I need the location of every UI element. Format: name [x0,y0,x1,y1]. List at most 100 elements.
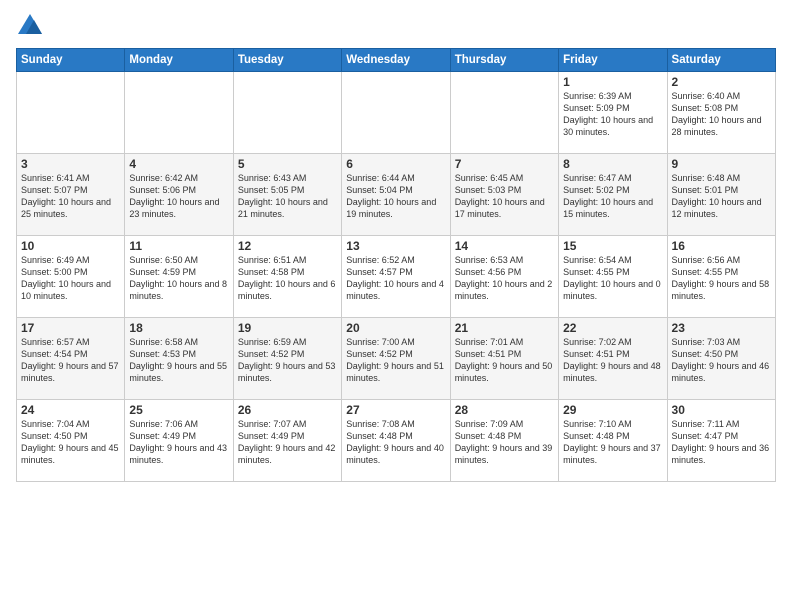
calendar-cell [17,72,125,154]
calendar-cell: 8Sunrise: 6:47 AM Sunset: 5:02 PM Daylig… [559,154,667,236]
calendar-header-row: SundayMondayTuesdayWednesdayThursdayFrid… [17,49,776,72]
day-info: Sunrise: 7:07 AM Sunset: 4:49 PM Dayligh… [238,418,337,467]
calendar-cell [125,72,233,154]
calendar-week-row: 10Sunrise: 6:49 AM Sunset: 5:00 PM Dayli… [17,236,776,318]
calendar-cell: 25Sunrise: 7:06 AM Sunset: 4:49 PM Dayli… [125,400,233,482]
page: SundayMondayTuesdayWednesdayThursdayFrid… [0,0,792,490]
calendar-cell: 19Sunrise: 6:59 AM Sunset: 4:52 PM Dayli… [233,318,341,400]
calendar-body: 1Sunrise: 6:39 AM Sunset: 5:09 PM Daylig… [17,72,776,482]
calendar-cell: 11Sunrise: 6:50 AM Sunset: 4:59 PM Dayli… [125,236,233,318]
day-info: Sunrise: 6:54 AM Sunset: 4:55 PM Dayligh… [563,254,662,303]
day-number: 11 [129,239,228,253]
calendar-cell: 17Sunrise: 6:57 AM Sunset: 4:54 PM Dayli… [17,318,125,400]
day-header: Saturday [667,49,775,72]
day-header: Tuesday [233,49,341,72]
day-info: Sunrise: 6:52 AM Sunset: 4:57 PM Dayligh… [346,254,445,303]
day-info: Sunrise: 6:45 AM Sunset: 5:03 PM Dayligh… [455,172,554,221]
day-number: 12 [238,239,337,253]
day-number: 1 [563,75,662,89]
day-info: Sunrise: 6:47 AM Sunset: 5:02 PM Dayligh… [563,172,662,221]
day-info: Sunrise: 6:40 AM Sunset: 5:08 PM Dayligh… [672,90,771,139]
calendar-cell: 12Sunrise: 6:51 AM Sunset: 4:58 PM Dayli… [233,236,341,318]
calendar: SundayMondayTuesdayWednesdayThursdayFrid… [16,48,776,482]
day-number: 28 [455,403,554,417]
day-info: Sunrise: 6:58 AM Sunset: 4:53 PM Dayligh… [129,336,228,385]
calendar-cell: 26Sunrise: 7:07 AM Sunset: 4:49 PM Dayli… [233,400,341,482]
calendar-cell: 13Sunrise: 6:52 AM Sunset: 4:57 PM Dayli… [342,236,450,318]
calendar-cell: 20Sunrise: 7:00 AM Sunset: 4:52 PM Dayli… [342,318,450,400]
calendar-cell [450,72,558,154]
calendar-cell: 6Sunrise: 6:44 AM Sunset: 5:04 PM Daylig… [342,154,450,236]
day-header: Friday [559,49,667,72]
day-info: Sunrise: 6:39 AM Sunset: 5:09 PM Dayligh… [563,90,662,139]
calendar-cell: 2Sunrise: 6:40 AM Sunset: 5:08 PM Daylig… [667,72,775,154]
calendar-cell: 4Sunrise: 6:42 AM Sunset: 5:06 PM Daylig… [125,154,233,236]
day-info: Sunrise: 6:51 AM Sunset: 4:58 PM Dayligh… [238,254,337,303]
calendar-cell: 23Sunrise: 7:03 AM Sunset: 4:50 PM Dayli… [667,318,775,400]
day-number: 18 [129,321,228,335]
day-number: 10 [21,239,120,253]
calendar-week-row: 24Sunrise: 7:04 AM Sunset: 4:50 PM Dayli… [17,400,776,482]
calendar-cell: 27Sunrise: 7:08 AM Sunset: 4:48 PM Dayli… [342,400,450,482]
day-info: Sunrise: 6:48 AM Sunset: 5:01 PM Dayligh… [672,172,771,221]
day-number: 8 [563,157,662,171]
day-number: 19 [238,321,337,335]
day-number: 24 [21,403,120,417]
day-number: 16 [672,239,771,253]
day-info: Sunrise: 7:08 AM Sunset: 4:48 PM Dayligh… [346,418,445,467]
calendar-week-row: 3Sunrise: 6:41 AM Sunset: 5:07 PM Daylig… [17,154,776,236]
day-number: 15 [563,239,662,253]
day-info: Sunrise: 6:41 AM Sunset: 5:07 PM Dayligh… [21,172,120,221]
day-number: 2 [672,75,771,89]
calendar-cell [342,72,450,154]
day-info: Sunrise: 6:53 AM Sunset: 4:56 PM Dayligh… [455,254,554,303]
calendar-cell: 21Sunrise: 7:01 AM Sunset: 4:51 PM Dayli… [450,318,558,400]
day-info: Sunrise: 6:50 AM Sunset: 4:59 PM Dayligh… [129,254,228,303]
day-number: 26 [238,403,337,417]
day-number: 25 [129,403,228,417]
day-number: 21 [455,321,554,335]
day-info: Sunrise: 7:09 AM Sunset: 4:48 PM Dayligh… [455,418,554,467]
day-info: Sunrise: 7:10 AM Sunset: 4:48 PM Dayligh… [563,418,662,467]
calendar-cell: 10Sunrise: 6:49 AM Sunset: 5:00 PM Dayli… [17,236,125,318]
day-header: Wednesday [342,49,450,72]
day-number: 6 [346,157,445,171]
day-number: 9 [672,157,771,171]
header [16,12,776,40]
day-info: Sunrise: 6:49 AM Sunset: 5:00 PM Dayligh… [21,254,120,303]
calendar-cell: 18Sunrise: 6:58 AM Sunset: 4:53 PM Dayli… [125,318,233,400]
day-info: Sunrise: 7:00 AM Sunset: 4:52 PM Dayligh… [346,336,445,385]
calendar-cell: 5Sunrise: 6:43 AM Sunset: 5:05 PM Daylig… [233,154,341,236]
day-info: Sunrise: 6:57 AM Sunset: 4:54 PM Dayligh… [21,336,120,385]
day-header: Monday [125,49,233,72]
calendar-cell [233,72,341,154]
calendar-cell: 16Sunrise: 6:56 AM Sunset: 4:55 PM Dayli… [667,236,775,318]
day-number: 7 [455,157,554,171]
calendar-cell: 1Sunrise: 6:39 AM Sunset: 5:09 PM Daylig… [559,72,667,154]
calendar-cell: 3Sunrise: 6:41 AM Sunset: 5:07 PM Daylig… [17,154,125,236]
day-info: Sunrise: 7:11 AM Sunset: 4:47 PM Dayligh… [672,418,771,467]
day-info: Sunrise: 7:03 AM Sunset: 4:50 PM Dayligh… [672,336,771,385]
logo-icon [16,12,44,40]
day-number: 29 [563,403,662,417]
logo [16,12,48,40]
day-number: 23 [672,321,771,335]
calendar-cell: 22Sunrise: 7:02 AM Sunset: 4:51 PM Dayli… [559,318,667,400]
day-info: Sunrise: 7:04 AM Sunset: 4:50 PM Dayligh… [21,418,120,467]
calendar-week-row: 1Sunrise: 6:39 AM Sunset: 5:09 PM Daylig… [17,72,776,154]
day-info: Sunrise: 6:44 AM Sunset: 5:04 PM Dayligh… [346,172,445,221]
day-info: Sunrise: 7:06 AM Sunset: 4:49 PM Dayligh… [129,418,228,467]
day-number: 3 [21,157,120,171]
day-number: 5 [238,157,337,171]
calendar-cell: 28Sunrise: 7:09 AM Sunset: 4:48 PM Dayli… [450,400,558,482]
day-info: Sunrise: 6:42 AM Sunset: 5:06 PM Dayligh… [129,172,228,221]
day-number: 27 [346,403,445,417]
day-info: Sunrise: 6:56 AM Sunset: 4:55 PM Dayligh… [672,254,771,303]
day-info: Sunrise: 7:01 AM Sunset: 4:51 PM Dayligh… [455,336,554,385]
calendar-cell: 15Sunrise: 6:54 AM Sunset: 4:55 PM Dayli… [559,236,667,318]
day-header: Thursday [450,49,558,72]
day-info: Sunrise: 7:02 AM Sunset: 4:51 PM Dayligh… [563,336,662,385]
day-number: 14 [455,239,554,253]
day-number: 30 [672,403,771,417]
day-info: Sunrise: 6:59 AM Sunset: 4:52 PM Dayligh… [238,336,337,385]
